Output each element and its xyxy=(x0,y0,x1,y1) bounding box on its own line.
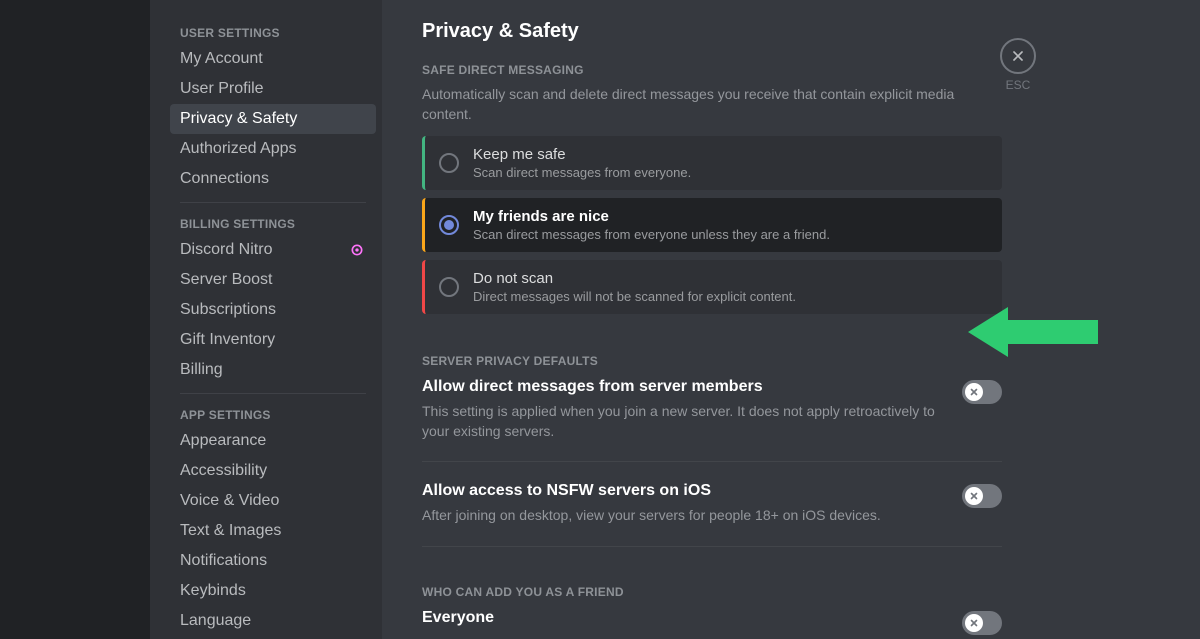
page-title: Privacy & Safety xyxy=(422,20,1002,43)
radio-icon xyxy=(439,277,459,297)
settings-main: ESC Privacy & Safety Safe Direct Messagi… xyxy=(382,0,1200,639)
section-safe-dm-header: Safe Direct Messaging xyxy=(422,63,1002,77)
sidebar-header-user-settings: User Settings xyxy=(170,20,376,44)
sidebar-header-app-settings: App Settings xyxy=(170,402,376,426)
radio-title: Keep me safe xyxy=(473,146,691,163)
radio-desc: Direct messages will not be scanned for … xyxy=(473,289,796,304)
sidebar-item-notifications[interactable]: Notifications xyxy=(170,546,376,576)
radio-keep-me-safe[interactable]: Keep me safe Scan direct messages from e… xyxy=(422,136,1002,190)
sidebar-item-user-profile[interactable]: User Profile xyxy=(170,74,376,104)
sidebar-divider xyxy=(180,393,366,394)
radio-friends-nice[interactable]: My friends are nice Scan direct messages… xyxy=(422,198,1002,252)
sidebar-item-text-images[interactable]: Text & Images xyxy=(170,516,376,546)
sidebar-item-privacy-safety[interactable]: Privacy & Safety xyxy=(170,104,376,134)
settings-sidebar: User Settings My Account User Profile Pr… xyxy=(150,0,382,639)
sidebar-item-billing[interactable]: Billing xyxy=(170,355,376,385)
radio-do-not-scan[interactable]: Do not scan Direct messages will not be … xyxy=(422,260,1002,314)
sidebar-item-my-account[interactable]: My Account xyxy=(170,44,376,74)
window-gutter xyxy=(0,0,150,639)
close-button[interactable] xyxy=(1000,38,1036,74)
sidebar-divider xyxy=(180,202,366,203)
section-safe-dm-desc: Automatically scan and delete direct mes… xyxy=(422,85,1002,124)
radio-icon xyxy=(439,153,459,173)
radio-icon xyxy=(439,215,459,235)
sidebar-item-appearance[interactable]: Appearance xyxy=(170,426,376,456)
sidebar-item-accessibility[interactable]: Accessibility xyxy=(170,456,376,486)
radio-desc: Scan direct messages from everyone unles… xyxy=(473,227,830,242)
section-server-defaults-header: Server Privacy Defaults xyxy=(422,354,1002,368)
sidebar-item-gift-inventory[interactable]: Gift Inventory xyxy=(170,325,376,355)
section-friend-add-header: Who Can Add You As A Friend xyxy=(422,585,1002,599)
sidebar-item-discord-nitro[interactable]: Discord Nitro xyxy=(170,235,376,265)
sidebar-item-authorized-apps[interactable]: Authorized Apps xyxy=(170,134,376,164)
divider xyxy=(422,546,1002,547)
sidebar-item-voice-video[interactable]: Voice & Video xyxy=(170,486,376,516)
sidebar-item-language[interactable]: Language xyxy=(170,606,376,636)
sidebar-header-billing-settings: Billing Settings xyxy=(170,211,376,235)
toggle-nsfw-ios[interactable] xyxy=(962,484,1002,508)
divider xyxy=(422,461,1002,462)
toggle-allow-dm[interactable] xyxy=(962,380,1002,404)
toggle-allow-dm-desc: This setting is applied when you join a … xyxy=(422,402,938,441)
radio-title: My friends are nice xyxy=(473,208,830,225)
sidebar-item-server-boost[interactable]: Server Boost xyxy=(170,265,376,295)
close-esc-label: ESC xyxy=(1006,78,1031,92)
toggle-allow-dm-title: Allow direct messages from server member… xyxy=(422,378,938,396)
toggle-everyone-title: Everyone xyxy=(422,609,494,627)
toggle-nsfw-ios-title: Allow access to NSFW servers on iOS xyxy=(422,482,881,500)
radio-desc: Scan direct messages from everyone. xyxy=(473,165,691,180)
sidebar-item-subscriptions[interactable]: Subscriptions xyxy=(170,295,376,325)
radio-title: Do not scan xyxy=(473,270,796,287)
toggle-nsfw-ios-desc: After joining on desktop, view your serv… xyxy=(422,506,881,526)
toggle-everyone[interactable] xyxy=(962,611,1002,635)
sidebar-item-keybinds[interactable]: Keybinds xyxy=(170,576,376,606)
close-settings: ESC xyxy=(1000,38,1036,92)
sidebar-item-connections[interactable]: Connections xyxy=(170,164,376,194)
nitro-icon xyxy=(348,241,366,259)
